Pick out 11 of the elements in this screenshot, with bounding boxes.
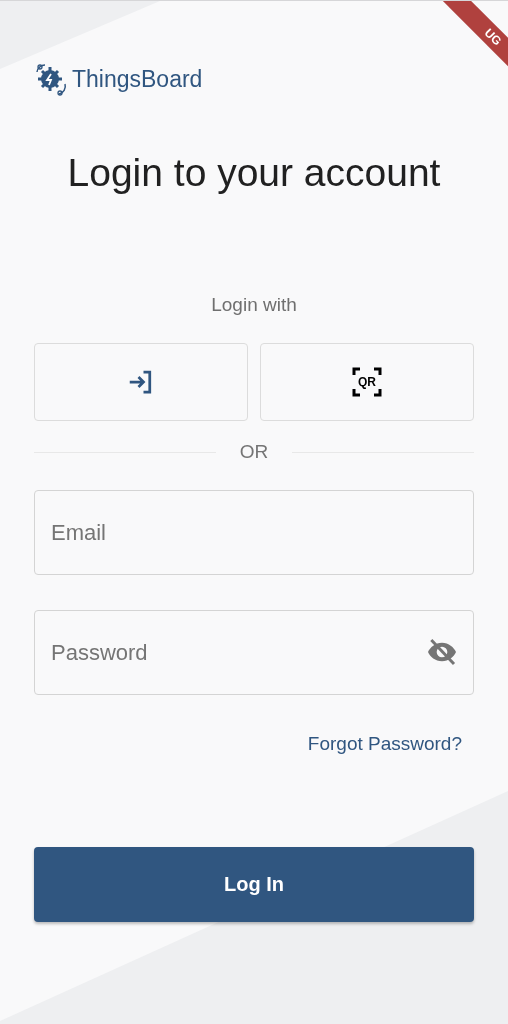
logo-text: ThingsBoard bbox=[72, 65, 203, 93]
logo-icon bbox=[34, 62, 68, 96]
forgot-password-link[interactable]: Forgot Password? bbox=[307, 732, 462, 756]
password-field[interactable]: Password bbox=[34, 610, 474, 695]
page-title: Login to your account bbox=[66, 150, 442, 196]
eye-off-icon[interactable] bbox=[426, 636, 458, 668]
login-with-label: Login with bbox=[210, 293, 298, 317]
qr-login-button[interactable]: QR bbox=[260, 343, 474, 421]
divider-text: OR bbox=[239, 440, 269, 464]
login-button[interactable]: Log In bbox=[34, 847, 474, 922]
email-field[interactable]: Email bbox=[34, 490, 474, 575]
